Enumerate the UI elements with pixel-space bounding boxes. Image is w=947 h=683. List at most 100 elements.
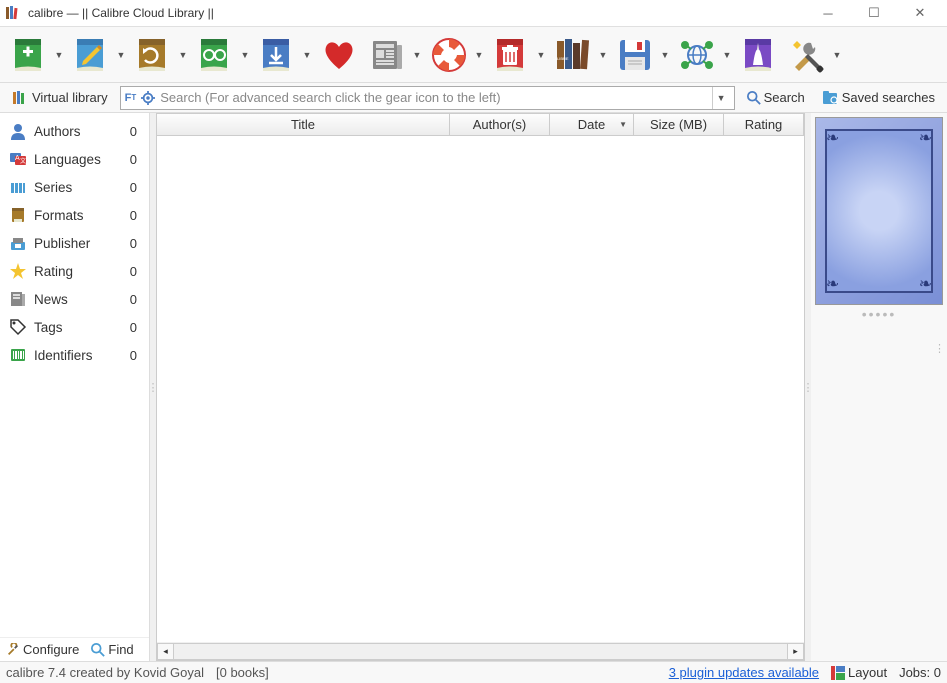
configure-label: Configure: [23, 642, 79, 657]
edit-metadata-button[interactable]: [68, 32, 114, 78]
wrench-icon: [6, 643, 20, 657]
tag-row-languages[interactable]: A文Languages0: [0, 145, 149, 173]
search-icon: [91, 643, 105, 657]
formats-icon: [8, 205, 28, 225]
cover-panel: ❧❧ ❧❧ ⋮ •••••: [811, 113, 947, 661]
minimize-button[interactable]: ─: [805, 0, 851, 27]
identifiers-icon: [8, 345, 28, 365]
convert-books-button[interactable]: [130, 32, 176, 78]
gear-icon[interactable]: [140, 90, 156, 106]
connect-share-button[interactable]: [674, 32, 720, 78]
fetch-news-button[interactable]: [364, 32, 410, 78]
tag-row-publisher[interactable]: Publisher0: [0, 229, 149, 257]
tag-count: 0: [130, 292, 141, 307]
scroll-right-button[interactable]: ▸: [787, 643, 804, 660]
search-input[interactable]: [160, 90, 711, 105]
authors-icon: [8, 121, 28, 141]
find-button[interactable]: Find: [91, 642, 133, 657]
close-button[interactable]: ✕: [897, 0, 943, 27]
search-box[interactable]: FT ▼: [120, 86, 735, 110]
plugin-updates-link[interactable]: 3 plugin updates available: [669, 665, 819, 680]
column-header-rating[interactable]: Rating: [724, 114, 804, 135]
tag-row-rating[interactable]: Rating0: [0, 257, 149, 285]
jobs-button[interactable]: Jobs: 0: [899, 665, 941, 680]
saved-search-icon: [823, 91, 839, 105]
tag-count: 0: [130, 208, 141, 223]
virtual-library-label: Virtual library: [32, 90, 108, 105]
book-list: TitleAuthor(s)Date▼Size (MB)Rating ◂ ▸: [156, 113, 805, 661]
tag-label: Languages: [34, 152, 130, 167]
tag-count: 0: [130, 264, 141, 279]
view-book-dropdown[interactable]: ▼: [238, 32, 252, 78]
tag-row-authors[interactable]: Authors0: [0, 117, 149, 145]
fulltext-icon[interactable]: FT: [125, 92, 137, 104]
panel-menu-icon[interactable]: ⋮: [934, 342, 945, 355]
get-books-dropdown[interactable]: ▼: [300, 32, 314, 78]
horizontal-splitter[interactable]: •••••: [811, 309, 947, 319]
convert-books-dropdown[interactable]: ▼: [176, 32, 190, 78]
tag-label: Publisher: [34, 236, 130, 251]
tag-row-tags[interactable]: Tags0: [0, 313, 149, 341]
svg-text:CALIBRE: CALIBRE: [553, 56, 569, 61]
tag-row-series[interactable]: Series0: [0, 173, 149, 201]
save-to-disk-button[interactable]: [612, 32, 658, 78]
tag-row-news[interactable]: News0: [0, 285, 149, 313]
version-text: calibre 7.4 created by Kovid Goyal: [6, 665, 204, 680]
search-button[interactable]: Search: [741, 88, 811, 107]
news-icon: [8, 289, 28, 309]
tag-count: 0: [130, 152, 141, 167]
donate-button[interactable]: [316, 32, 362, 78]
virtual-library-button[interactable]: Virtual library: [6, 86, 114, 110]
tag-count: 0: [130, 124, 141, 139]
help-dropdown[interactable]: ▼: [472, 32, 486, 78]
save-to-disk-dropdown[interactable]: ▼: [658, 32, 672, 78]
get-books-button[interactable]: [254, 32, 300, 78]
tag-label: News: [34, 292, 130, 307]
tag-row-identifiers[interactable]: Identifiers0: [0, 341, 149, 369]
main-toolbar: ▼ ▼ ▼ ▼ ▼ ▼ ▼ ▼ CALIBRE ▼ ▼ ▼ ▼: [0, 27, 947, 83]
tag-count: 0: [130, 236, 141, 251]
edit-book-button[interactable]: [736, 32, 782, 78]
search-history-dropdown[interactable]: ▼: [712, 87, 730, 109]
library-button[interactable]: CALIBRE: [550, 32, 596, 78]
tag-count: 0: [130, 320, 141, 335]
library-dropdown[interactable]: ▼: [596, 32, 610, 78]
svg-text:文: 文: [20, 157, 26, 165]
book-list-header: TitleAuthor(s)Date▼Size (MB)Rating: [157, 114, 804, 136]
remove-books-button[interactable]: [488, 32, 534, 78]
view-book-button[interactable]: [192, 32, 238, 78]
titlebar-text: calibre — || Calibre Cloud Library ||: [28, 6, 805, 20]
tag-browser: Authors0A文Languages0Series0Formats0Publi…: [0, 113, 150, 661]
column-header-size[interactable]: Size (MB): [634, 114, 724, 135]
add-books-dropdown[interactable]: ▼: [52, 32, 66, 78]
saved-searches-button[interactable]: Saved searches: [817, 88, 941, 107]
column-header-authors[interactable]: Author(s): [450, 114, 550, 135]
maximize-button[interactable]: ☐: [851, 0, 897, 27]
preferences-button[interactable]: [784, 32, 830, 78]
horizontal-scrollbar[interactable]: ◂ ▸: [157, 642, 804, 660]
column-header-date[interactable]: Date▼: [550, 114, 634, 135]
rating-icon: [8, 261, 28, 281]
layout-button[interactable]: Layout: [831, 665, 887, 680]
add-books-button[interactable]: [6, 32, 52, 78]
series-icon: [8, 177, 28, 197]
fetch-news-dropdown[interactable]: ▼: [410, 32, 424, 78]
tags-icon: [8, 317, 28, 337]
scroll-left-button[interactable]: ◂: [157, 643, 174, 660]
book-list-body[interactable]: [157, 136, 804, 642]
tag-label: Identifiers: [34, 348, 130, 363]
books-icon: [12, 90, 28, 106]
preferences-dropdown[interactable]: ▼: [830, 32, 844, 78]
configure-button[interactable]: Configure: [6, 642, 79, 657]
scroll-track[interactable]: [174, 643, 787, 660]
column-header-title[interactable]: Title: [157, 114, 450, 135]
saved-searches-label: Saved searches: [842, 90, 935, 105]
connect-share-dropdown[interactable]: ▼: [720, 32, 734, 78]
help-button[interactable]: [426, 32, 472, 78]
edit-metadata-dropdown[interactable]: ▼: [114, 32, 128, 78]
remove-books-dropdown[interactable]: ▼: [534, 32, 548, 78]
search-icon: [747, 91, 761, 105]
cover-image[interactable]: ❧❧ ❧❧: [815, 117, 943, 305]
status-bar: calibre 7.4 created by Kovid Goyal [0 bo…: [0, 661, 947, 683]
tag-row-formats[interactable]: Formats0: [0, 201, 149, 229]
